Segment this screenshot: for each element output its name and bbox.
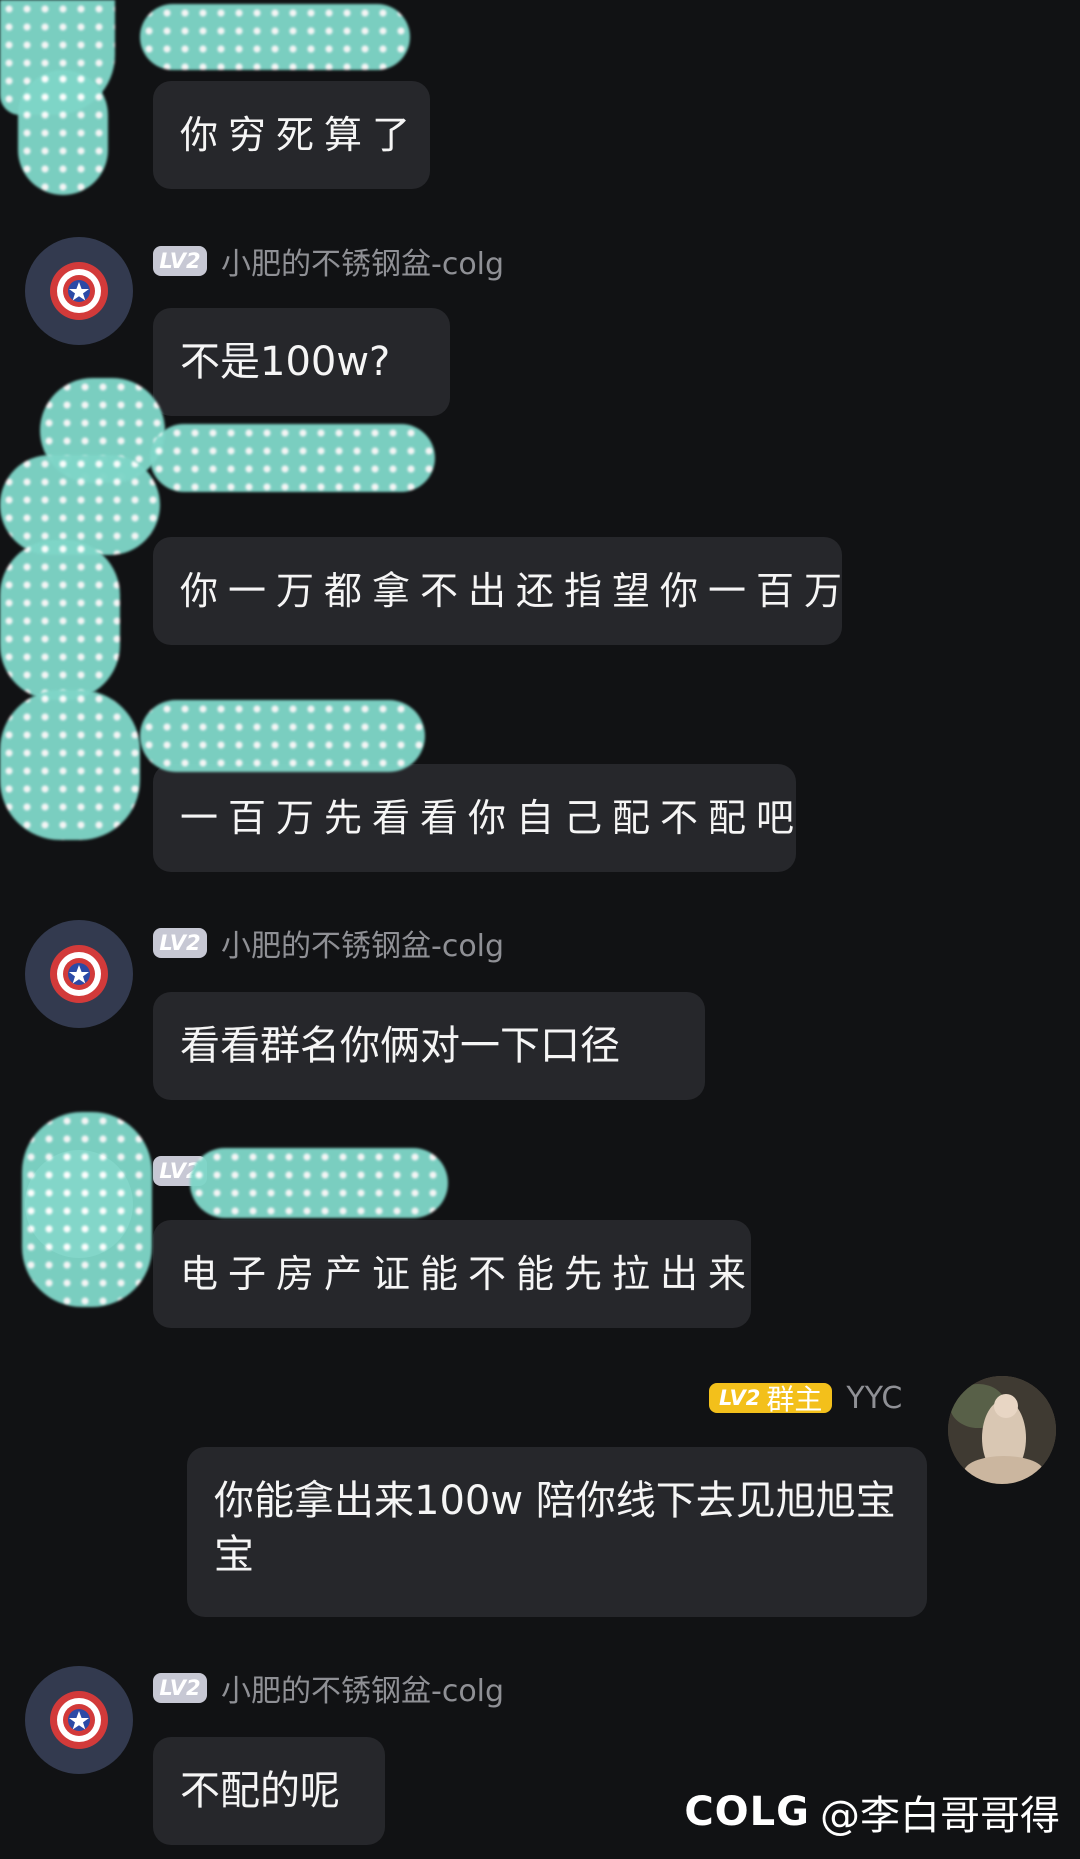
watermark: COLG @李白哥哥得 bbox=[684, 1783, 1060, 1841]
photo-avatar[interactable] bbox=[948, 1376, 1056, 1484]
captain-shield-icon bbox=[50, 1691, 108, 1749]
sender-name[interactable]: 小肥的不锈钢盆-colg bbox=[221, 239, 504, 283]
sender-row: LV2 小肥的不锈钢盆-colg bbox=[153, 244, 504, 282]
message-text: 你穷死算了 bbox=[180, 113, 421, 157]
privacy-mask bbox=[190, 1148, 448, 1218]
message-bubble[interactable]: 电子房产证能不能先拉出来 bbox=[153, 1220, 751, 1328]
privacy-mask bbox=[22, 1112, 152, 1307]
sender-row: LV2 小肥的不锈钢盆-colg bbox=[153, 1671, 504, 1709]
privacy-mask bbox=[140, 700, 425, 772]
level-badge: LV2 bbox=[153, 1673, 207, 1703]
message-bubble[interactable]: 一百万先看看你自己配不配吧 bbox=[153, 764, 796, 872]
message-bubble[interactable]: 看看群名你俩对一下口径 bbox=[153, 992, 705, 1100]
privacy-mask bbox=[150, 424, 435, 492]
message-text: 看看群名你俩对一下口径 bbox=[180, 1023, 620, 1069]
message-bubble[interactable]: 你能拿出来100w 陪你线下去见旭旭宝宝 bbox=[187, 1447, 927, 1617]
captain-shield-icon bbox=[50, 945, 108, 1003]
message-text: 你能拿出来100w 陪你线下去见旭旭宝宝 bbox=[214, 1478, 896, 1578]
privacy-mask bbox=[140, 4, 410, 70]
captain-shield-icon bbox=[50, 262, 108, 320]
message-bubble[interactable]: 不配的呢 bbox=[153, 1737, 385, 1845]
role-text: 群主 bbox=[766, 1383, 823, 1416]
message-bubble[interactable]: 你一万都拿不出还指望你一百万 bbox=[153, 537, 842, 645]
message-text: 你一万都拿不出还指望你一百万 bbox=[180, 569, 853, 613]
privacy-mask bbox=[0, 690, 140, 840]
sender-name[interactable]: 小肥的不锈钢盆-colg bbox=[221, 921, 504, 965]
level-badge: LV2 bbox=[153, 246, 207, 276]
level-text: LV2 bbox=[719, 1386, 761, 1410]
privacy-mask bbox=[18, 70, 108, 195]
level-badge: LV2 bbox=[153, 928, 207, 958]
message-text: 一百万先看看你自己配不配吧 bbox=[180, 796, 805, 840]
message-bubble[interactable]: 你穷死算了 bbox=[153, 81, 430, 189]
sender-name[interactable]: YYC bbox=[846, 1381, 902, 1416]
avatar[interactable] bbox=[25, 920, 133, 1028]
sender-name[interactable]: 小肥的不锈钢盆-colg bbox=[221, 1666, 504, 1710]
avatar[interactable] bbox=[25, 1666, 133, 1774]
colg-logo: COLG bbox=[684, 1789, 810, 1835]
avatar[interactable] bbox=[25, 237, 133, 345]
owner-badge: LV2 群主 bbox=[709, 1383, 833, 1416]
sender-row: LV2 小肥的不锈钢盆-colg bbox=[153, 926, 504, 964]
privacy-mask bbox=[0, 540, 120, 700]
message-text: 不配的呢 bbox=[180, 1768, 340, 1814]
message-bubble[interactable]: 不是100w? bbox=[153, 308, 450, 416]
privacy-mask bbox=[0, 455, 160, 555]
photo-avatar-icon bbox=[948, 1376, 1056, 1484]
watermark-handle: @李白哥哥得 bbox=[820, 1793, 1060, 1839]
message-text: 不是100w? bbox=[180, 339, 391, 385]
sender-row: LV2 群主 YYC bbox=[709, 1381, 902, 1416]
message-text: 电子房产证能不能先拉出来 bbox=[180, 1252, 757, 1296]
